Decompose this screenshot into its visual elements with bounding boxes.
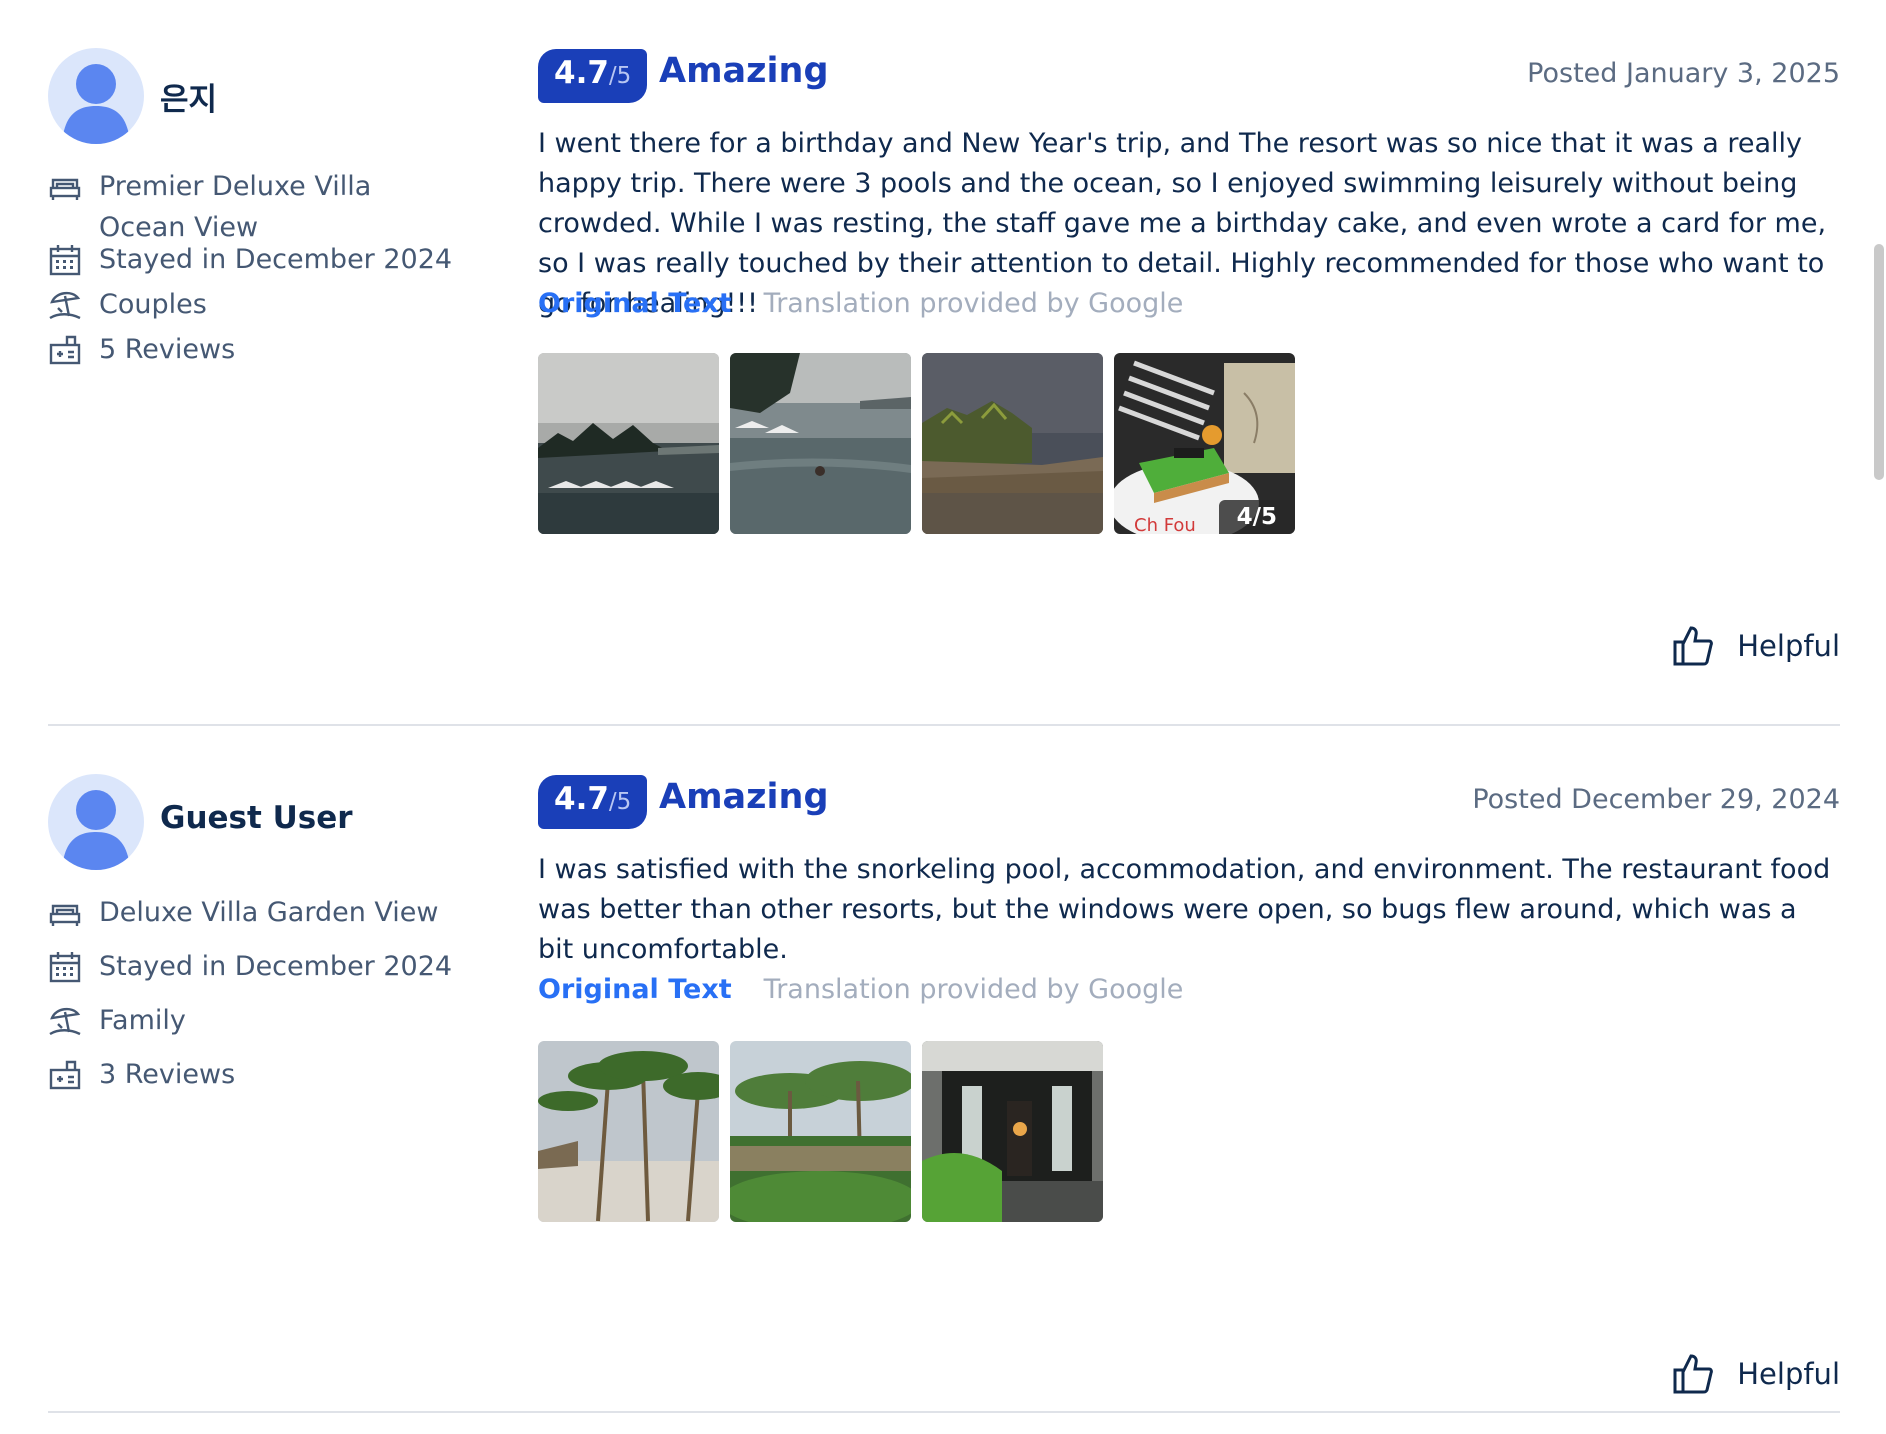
photo-count-badge: 4/5 — [1218, 500, 1295, 534]
avatar — [48, 774, 144, 870]
stay-date: Stayed in December 2024 — [99, 244, 453, 275]
posted-date: Posted January 3, 2025 — [1527, 58, 1840, 89]
calendar-icon — [49, 245, 81, 276]
room-type: Deluxe Villa Garden View — [99, 897, 439, 928]
score-value: 4.7 — [554, 781, 609, 817]
svg-text:Ch Fou: Ch Fou — [1134, 515, 1196, 534]
score-label: Amazing — [659, 51, 829, 91]
review-count: 3 Reviews — [99, 1059, 236, 1090]
review-count-row: 3 Reviews — [48, 1054, 478, 1095]
review-photo[interactable] — [730, 1041, 911, 1222]
room-type-row: Premier Deluxe Villa Ocean View — [48, 166, 478, 248]
score-max: /5 — [608, 63, 632, 89]
bed-icon — [49, 904, 81, 926]
review-divider — [48, 724, 1840, 726]
scrollbar-track[interactable] — [1868, 0, 1886, 1434]
review-card: 은지 Premier Deluxe Villa Ocean View Staye… — [48, 48, 1840, 726]
translation-note: Translation provided by Google — [763, 288, 1184, 319]
review-photo[interactable]: Ch Fou 4/5 — [1114, 353, 1295, 534]
trip-type-row: Couples — [48, 284, 478, 325]
review-text: I was satisfied with the snorkeling pool… — [538, 854, 1831, 965]
helpful-label: Helpful — [1737, 629, 1840, 663]
calendar-icon — [49, 952, 81, 983]
review-count-icon — [49, 1060, 81, 1090]
trip-type: Couples — [99, 289, 207, 320]
stay-date-row: Stayed in December 2024 — [48, 946, 478, 987]
photo-strip — [538, 1041, 1114, 1222]
score-value: 4.7 — [554, 55, 609, 91]
reviewer-name: 은지 — [160, 82, 218, 118]
review-photo[interactable] — [730, 353, 911, 534]
room-type-row: Deluxe Villa Garden View — [48, 892, 478, 933]
review-count: 5 Reviews — [99, 334, 236, 365]
avatar — [48, 48, 144, 144]
trip-type-row: Family — [48, 1000, 478, 1041]
thumbs-up-icon — [1673, 626, 1714, 666]
reviewer-name: Guest User — [160, 800, 353, 836]
translation-row: Original Text Translation provided by Go… — [538, 288, 1183, 319]
review-photo[interactable] — [538, 353, 719, 534]
trip-type: Family — [99, 1005, 186, 1036]
review-photo[interactable] — [922, 1041, 1103, 1222]
room-type: Premier Deluxe Villa Ocean View — [99, 171, 372, 243]
review-photo[interactable] — [538, 1041, 719, 1222]
score-badge: 4.7/5 — [538, 775, 648, 829]
review-divider — [48, 1411, 1840, 1413]
review-card: Guest User Deluxe Villa Garden View Stay… — [48, 774, 1840, 1412]
helpful-button[interactable]: Helpful — [1671, 1352, 1840, 1396]
review-count-row: 5 Reviews — [48, 329, 478, 370]
scrollbar-thumb[interactable] — [1874, 244, 1884, 480]
posted-date: Posted December 29, 2024 — [1472, 784, 1840, 815]
bed-icon — [49, 178, 81, 200]
score-badge: 4.7/5 — [538, 49, 648, 103]
stay-date: Stayed in December 2024 — [99, 951, 453, 982]
helpful-label: Helpful — [1737, 1357, 1840, 1391]
stay-date-row: Stayed in December 2024 — [48, 239, 478, 280]
helpful-button[interactable]: Helpful — [1671, 624, 1840, 668]
review-photo[interactable] — [922, 353, 1103, 534]
score-label: Amazing — [659, 777, 829, 817]
score-max: /5 — [608, 789, 632, 815]
original-text-link[interactable]: Original Text — [538, 974, 732, 1005]
beach-umbrella-icon — [49, 1007, 81, 1036]
review-count-icon — [49, 335, 81, 365]
translation-row: Original Text Translation provided by Go… — [538, 974, 1183, 1005]
photo-strip: Ch Fou 4/5 — [538, 353, 1306, 534]
beach-umbrella-icon — [49, 291, 81, 320]
translation-note: Translation provided by Google — [763, 974, 1184, 1005]
reviews-page: 은지 Premier Deluxe Villa Ocean View Staye… — [0, 0, 1886, 1434]
thumbs-up-icon — [1673, 1354, 1714, 1394]
original-text-link[interactable]: Original Text — [538, 288, 732, 319]
